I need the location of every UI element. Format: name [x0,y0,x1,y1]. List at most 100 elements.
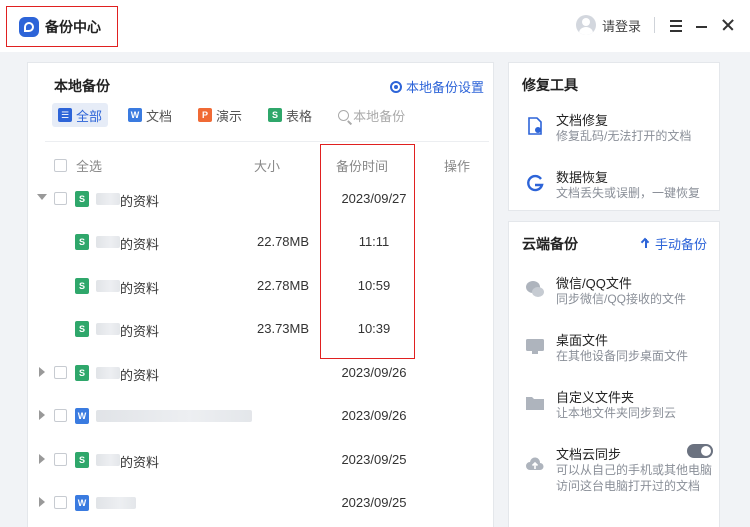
tool-description: 可以从自己的手机或其他电脑 [556,463,713,477]
ppt-icon: P [198,108,213,122]
table-row[interactable]: S 的资料 2023/09/27 [28,187,495,211]
table-row[interactable]: S 的资料 22.78MB 10:59 [28,274,495,298]
file-name: 的资料 [120,237,160,252]
menu-icon [670,20,682,22]
search-icon [338,109,350,121]
backup-time: 2023/09/26 [341,408,407,423]
repair-tools-panel: 修复工具 文档修复 修复乱码/无法打开的文档 数据恢复 文档丢失或误删，一键恢复 [508,62,720,211]
document-cloud-sync-item[interactable]: 文档云同步 可以从自己的手机或其他电脑 访问这台电脑打开过的文档 [523,444,713,494]
sheet-icon: S [75,278,89,294]
table-row[interactable]: W 2023/09/26 [28,404,495,428]
close-button[interactable] [718,15,738,35]
table-row[interactable]: S 的资料 23.73MB 10:39 [28,317,495,341]
expand-icon[interactable] [39,497,45,507]
manual-backup-button[interactable]: 手动备份 [641,234,707,253]
tool-description: 让本地文件夹同步到云 [556,406,677,420]
settings-label: 本地备份设置 [406,80,485,95]
filter-label: 文档 [146,108,173,124]
word-icon: W [75,495,89,511]
expand-icon[interactable] [39,367,45,377]
blurred-filename [96,497,136,509]
sheet-icon: S [75,191,89,207]
row-checkbox[interactable] [54,192,67,205]
document-repair-item[interactable]: 文档修复 修复乱码/无法打开的文档 [523,110,713,146]
tool-description: 修复乱码/无法打开的文档 [556,129,692,143]
word-icon: W [75,408,89,424]
tool-description: 在其他设备同步桌面文件 [556,349,689,363]
backup-time: 2023/09/25 [341,495,407,510]
custom-folder-item[interactable]: 自定义文件夹 让本地文件夹同步到云 [523,387,713,423]
table-row[interactable]: S 的资料 2023/09/26 [28,361,495,385]
file-name: 的资料 [120,455,160,470]
backup-time: 2023/09/26 [341,365,407,380]
data-recovery-icon [527,174,544,192]
local-backup-settings-link[interactable]: 本地备份设置 [390,77,484,96]
table-row[interactable]: S 的资料 2023/09/25 [28,448,495,472]
sheet-icon: S [75,321,89,337]
gear-icon [390,80,402,93]
file-size: 22.78MB [257,234,310,249]
filter-tab-presentation[interactable]: P 演示 [192,103,248,127]
backup-time-highlight [320,144,415,359]
select-all-label: 全选 [76,159,103,174]
login-button[interactable]: 请登录 [576,15,641,35]
search-input[interactable]: 本地备份 [332,103,405,127]
filter-label: 全部 [76,108,103,124]
filter-tab-document[interactable]: W 文档 [122,103,178,127]
table-row[interactable]: W 2023/09/25 [28,491,495,515]
desktop-icon [526,339,544,354]
local-backup-panel: 本地备份 本地备份设置 ☰ 全部 W 文档 P 演示 S 表格 本地备份 全选 … [27,62,494,527]
minimize-button[interactable] [692,15,712,35]
filter-tab-sheet[interactable]: S 表格 [262,103,318,127]
file-name: 的资料 [120,194,160,209]
row-checkbox[interactable] [54,496,67,509]
row-checkbox[interactable] [54,453,67,466]
folder-icon [526,397,544,410]
title-bar: 备份中心 请登录 [0,0,750,52]
select-all[interactable]: 全选 [54,156,102,175]
local-backup-title: 本地备份 [54,78,110,94]
filter-tabs: ☰ 全部 W 文档 P 演示 S 表格 本地备份 [52,103,405,127]
desktop-files-item[interactable]: 桌面文件 在其他设备同步桌面文件 [523,330,713,366]
row-checkbox[interactable] [54,366,67,379]
blurred-filename [96,410,252,422]
file-size: 23.73MB [257,321,310,336]
select-all-checkbox[interactable] [54,159,67,172]
row-checkbox[interactable] [54,409,67,422]
column-action: 操作 [444,159,471,174]
cloud-sync-toggle[interactable] [687,444,713,458]
sheet-icon: S [75,452,89,468]
table-row[interactable]: S 的资料 22.78MB 11:11 [28,230,495,254]
search-placeholder: 本地备份 [353,108,406,124]
app-title-text: 备份中心 [45,18,101,35]
avatar-icon [576,15,596,35]
header-divider [45,141,489,142]
file-name: 的资料 [120,324,160,339]
list-icon: ☰ [58,108,72,122]
filter-label: 表格 [286,108,313,124]
document-repair-icon [528,117,542,135]
cloud-backup-panel: 云端备份 手动备份 微信/QQ文件 同步微信/QQ接收的文件 桌面文件 在其他设… [508,221,720,527]
sheet-icon: S [75,234,89,250]
manual-backup-label: 手动备份 [654,237,707,252]
word-icon: W [128,108,143,122]
collapse-icon[interactable] [37,194,47,200]
expand-icon[interactable] [39,410,45,420]
column-size: 大小 [254,159,281,174]
blurred-filename [96,236,120,248]
sheet-icon: S [75,365,89,381]
app-logo-icon [19,16,39,37]
expand-icon[interactable] [39,454,45,464]
cloud-sync-icon [526,457,544,470]
filter-tab-all[interactable]: ☰ 全部 [52,103,109,127]
minimize-icon [696,26,707,28]
chat-icon [526,281,544,297]
sheet-icon: S [268,108,283,122]
menu-button[interactable] [666,15,686,35]
wechat-qq-files-item[interactable]: 微信/QQ文件 同步微信/QQ接收的文件 [523,273,713,309]
blurred-filename [96,454,120,466]
upload-icon [641,238,651,249]
tool-description: 文档丢失或误删，一键恢复 [556,186,701,200]
tool-description-line2: 访问这台电脑打开过的文档 [556,479,701,493]
data-recovery-item[interactable]: 数据恢复 文档丢失或误删，一键恢复 [523,167,713,203]
